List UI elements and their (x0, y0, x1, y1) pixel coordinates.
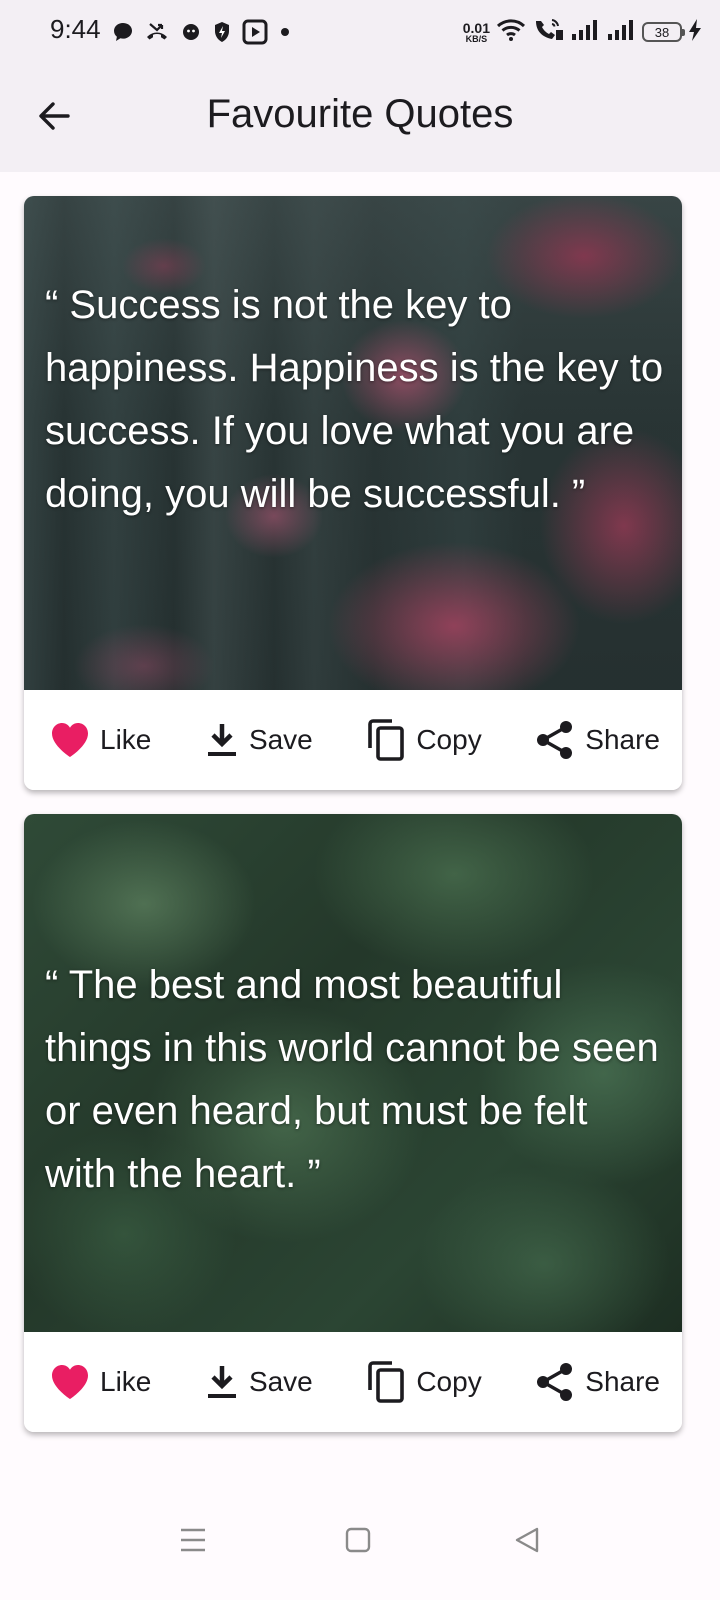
volte-call-icon (532, 17, 564, 48)
notification-icons (112, 16, 292, 48)
back-triangle-icon (513, 1526, 541, 1559)
app-notification-icon (180, 21, 202, 43)
menu-icon (179, 1527, 207, 1558)
download-icon (205, 721, 239, 759)
share-button[interactable]: Share (535, 719, 660, 761)
video-play-icon (242, 19, 268, 45)
quote-text: “ Success is not the key to happiness. H… (45, 283, 664, 516)
share-label: Share (585, 724, 660, 755)
battery-icon: 38 (642, 22, 685, 42)
system-nav-bar (0, 1482, 720, 1600)
copy-button[interactable]: Copy (366, 1360, 482, 1404)
quote-card: “ The best and most beautiful things in … (24, 814, 682, 1432)
signal-icon (606, 18, 636, 47)
share-icon (535, 719, 575, 761)
heart-icon (50, 1363, 90, 1401)
copy-button[interactable]: Copy (366, 718, 482, 762)
copy-label: Copy (416, 1366, 482, 1397)
like-label: Like (100, 1366, 152, 1397)
system-status-icons: 0.01 KB/S 38 (463, 14, 702, 50)
status-bar: 9:44 0.01 KB/S 38 (0, 0, 720, 64)
quote-actions: Like Save Copy Share (24, 690, 682, 790)
share-icon (535, 1361, 575, 1403)
signal-icon (570, 18, 600, 47)
network-speed-unit: KB/S (465, 33, 488, 44)
like-label: Like (100, 724, 152, 755)
wifi-icon (496, 18, 526, 47)
share-button[interactable]: Share (535, 1361, 660, 1403)
home-square-icon (345, 1527, 371, 1558)
like-button[interactable]: Like (50, 1363, 151, 1401)
quote-actions: Like Save Copy Share (24, 1332, 682, 1432)
like-button[interactable]: Like (50, 721, 151, 759)
quote-background-image: “ The best and most beautiful things in … (24, 814, 682, 1332)
battery-level: 38 (654, 24, 670, 40)
recents-button[interactable] (171, 1520, 215, 1564)
network-speed: 0.01 KB/S (463, 21, 490, 44)
heart-icon (50, 721, 90, 759)
copy-label: Copy (416, 724, 482, 755)
chat-bubble-icon (112, 21, 134, 43)
save-button[interactable]: Save (205, 1363, 313, 1401)
quote-list: “ Success is not the key to happiness. H… (24, 196, 682, 1456)
quote-card: “ Success is not the key to happiness. H… (24, 196, 682, 790)
system-back-button[interactable] (505, 1520, 549, 1564)
page-title: Favourite Quotes (206, 92, 514, 136)
save-button[interactable]: Save (205, 721, 313, 759)
status-time: 9:44 (50, 14, 101, 44)
share-label: Share (585, 1366, 660, 1397)
charging-icon (688, 18, 702, 47)
network-speed-value: 0.01 (462, 19, 490, 36)
copy-icon (366, 1360, 406, 1404)
missed-call-icon (144, 21, 170, 43)
download-icon (205, 1363, 239, 1401)
save-label: Save (248, 1366, 313, 1397)
save-label: Save (248, 724, 313, 755)
shield-icon (212, 20, 232, 44)
home-button[interactable] (336, 1520, 380, 1564)
app-bar: Favourite Quotes (0, 64, 720, 172)
quote-background-image: “ Success is not the key to happiness. H… (24, 196, 682, 690)
copy-icon (366, 718, 406, 762)
quote-text: “ The best and most beautiful things in … (45, 963, 659, 1196)
more-dot-icon (278, 25, 292, 39)
